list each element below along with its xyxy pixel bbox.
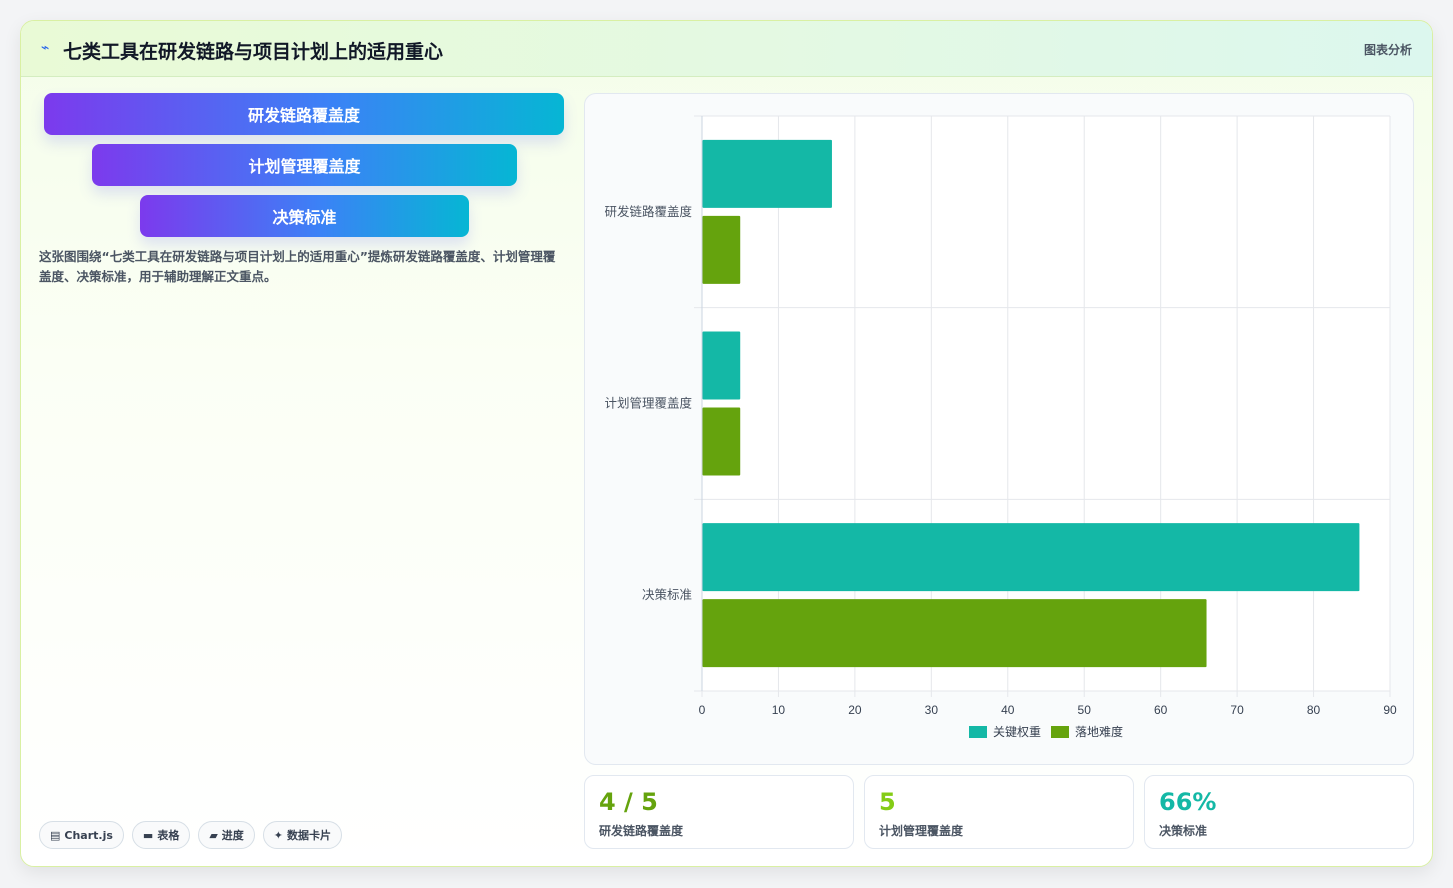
progress-icon: ▰	[209, 828, 218, 842]
bar	[702, 215, 741, 284]
stat-value: 5	[879, 788, 896, 816]
stat-value: 66%	[1159, 788, 1217, 816]
chip-list: ▤ Chart.js ▬ 表格 ▰ 进度 ✦ 数据卡片	[39, 821, 343, 849]
description: 这张图围绕“七类工具在研发链路与项目计划上的适用重心”提炼研发链路覆盖度、计划管…	[39, 249, 556, 284]
legend-label: 关键权重	[993, 725, 1041, 739]
legend-swatch	[969, 726, 987, 738]
chip-label: Chart.js	[64, 828, 113, 842]
legend-swatch	[1051, 726, 1069, 738]
chip-progress[interactable]: ▰ 进度	[198, 821, 255, 849]
bar	[702, 331, 741, 400]
x-tick-label: 0	[699, 703, 706, 717]
stat-card-1: 4 / 5 研发链路覆盖度	[584, 775, 854, 849]
x-tick-label: 70	[1230, 703, 1244, 717]
stat-card-2: 5 计划管理覆盖度	[864, 775, 1134, 849]
header-tag: 图表分析	[1363, 43, 1412, 57]
chip-label: 数据卡片	[287, 829, 332, 842]
funnel-item-label: 决策标准	[272, 208, 337, 227]
chip-label: 进度	[221, 829, 244, 842]
bar	[702, 523, 1360, 592]
x-tick-label: 30	[925, 703, 939, 717]
legend-label: 落地难度	[1075, 724, 1123, 739]
chip-chartjs[interactable]: ▤ Chart.js	[39, 821, 124, 849]
x-tick-label: 50	[1078, 703, 1092, 717]
bar	[702, 139, 832, 208]
stat-value: 4 / 5	[599, 788, 658, 816]
stat-card-3: 66% 决策标准	[1144, 775, 1414, 849]
bar	[702, 599, 1207, 668]
x-tick-label: 60	[1154, 703, 1168, 717]
header: ⌁ 七类工具在研发链路与项目计划上的适用重心 图表分析	[21, 21, 1432, 77]
chart-icon: ▤	[50, 828, 61, 842]
main-card: ⌁ 七类工具在研发链路与项目计划上的适用重心 图表分析 研发链路覆盖度 计划管理…	[20, 20, 1433, 867]
chip-data-card[interactable]: ✦ 数据卡片	[262, 821, 343, 849]
table-icon: ▬	[142, 828, 154, 842]
chip-table[interactable]: ▬ 表格	[131, 821, 191, 849]
funnel-item-label: 研发链路覆盖度	[247, 106, 360, 125]
funnel-item-3: 决策标准	[140, 195, 469, 237]
stat-label: 研发链路覆盖度	[599, 824, 684, 838]
x-tick-label: 80	[1307, 703, 1321, 717]
y-tick-label: 研发链路覆盖度	[604, 204, 692, 219]
funnel-item-label: 计划管理覆盖度	[248, 157, 361, 176]
y-tick-label: 计划管理覆盖度	[604, 396, 692, 411]
chart-panel: 0 10 20 30 40 50 60 70 80 90 研发链路覆盖度 计划管理覆盖度决策标准关键权…	[584, 93, 1414, 765]
funnel-item-1: 研发链路覆盖度	[44, 93, 564, 135]
x-tick-label: 90	[1383, 703, 1397, 717]
chip-label: 表格	[157, 829, 180, 842]
x-tick-label: 40	[1001, 703, 1015, 717]
x-tick-label: 10	[772, 703, 786, 717]
bar	[702, 407, 741, 476]
funnel-item-2: 计划管理覆盖度	[92, 144, 517, 186]
stat-label: 计划管理覆盖度	[879, 824, 964, 838]
x-tick-label: 20	[848, 703, 862, 717]
y-tick-label: 决策标准	[642, 587, 692, 602]
page-title: 七类工具在研发链路与项目计划上的适用重心	[63, 41, 444, 63]
bar-chart: 0 10 20 30 40 50 60 70 80 90 研发链路覆盖度计划管理覆盖度决策标准关键权…	[604, 115, 1397, 739]
card-icon: ✦	[273, 828, 284, 842]
chart-line-icon: ⌁	[41, 40, 50, 56]
stat-label: 决策标准	[1159, 824, 1208, 838]
